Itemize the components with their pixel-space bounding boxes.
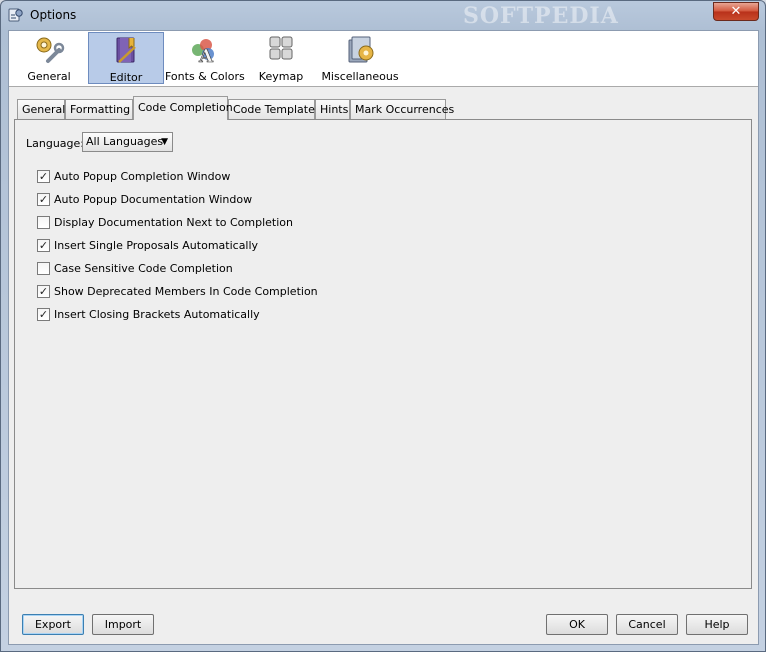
option-label: Insert Single Proposals Automatically: [54, 239, 259, 252]
watermark: SOFTPEDIA: [463, 3, 619, 29]
title-bar[interactable]: Options SOFTPEDIA ✕: [1, 1, 765, 31]
option-label: Auto Popup Documentation Window: [54, 193, 253, 206]
tab-hints[interactable]: Hints: [315, 99, 350, 119]
miscellaneous-icon: [348, 36, 374, 63]
options-window: Options SOFTPEDIA ✕ General Editor A Fon…: [0, 0, 766, 652]
export-button[interactable]: Export: [22, 614, 84, 635]
close-icon: ✕: [730, 4, 742, 19]
checkbox[interactable]: ✓: [37, 308, 50, 321]
category-toolbar: General Editor A Fonts & Colors Keymap M…: [9, 31, 758, 87]
gear-wrench-icon: [36, 37, 65, 63]
options-client-area: General Editor A Fonts & Colors Keymap M…: [8, 30, 759, 645]
category-fonts-colors[interactable]: A Fonts & Colors: [165, 32, 245, 84]
checkbox[interactable]: ✓: [37, 239, 50, 252]
checkbox[interactable]: ✓: [37, 170, 50, 183]
category-label: Fonts & Colors: [165, 70, 245, 83]
category-editor[interactable]: Editor: [88, 32, 164, 84]
checkbox[interactable]: ✓: [37, 193, 50, 206]
window-title: Options: [30, 8, 77, 22]
tab-mark-occurrences[interactable]: Mark Occurrences: [350, 99, 454, 119]
help-button[interactable]: Help: [686, 614, 748, 635]
keyboard-icon: [269, 36, 293, 60]
option-label: Show Deprecated Members In Code Completi…: [54, 285, 318, 298]
cancel-button[interactable]: Cancel: [616, 614, 678, 635]
checkbox[interactable]: [37, 262, 50, 275]
tab-label: Mark Occurrences: [355, 103, 455, 116]
tab-label: General: [22, 103, 66, 116]
checkbox[interactable]: ✓: [37, 285, 50, 298]
category-miscellaneous[interactable]: Miscellaneous: [319, 32, 401, 84]
tab-formatting[interactable]: Formatting: [65, 99, 133, 119]
category-label: General: [27, 70, 71, 83]
tab-label: Code Completion: [138, 101, 233, 114]
tab-label: Formatting: [70, 103, 131, 116]
category-general[interactable]: General: [11, 32, 87, 84]
svg-text:A: A: [198, 46, 214, 66]
language-value: All Languages: [86, 135, 164, 148]
chevron-down-icon: ▼: [161, 137, 168, 147]
fonts-colors-icon: A: [192, 39, 214, 66]
option-label: Auto Popup Completion Window: [54, 170, 231, 183]
category-label: Keymap: [258, 70, 304, 83]
category-label: Editor: [109, 71, 143, 84]
ok-button[interactable]: OK: [546, 614, 608, 635]
import-button[interactable]: Import: [92, 614, 154, 635]
language-dropdown[interactable]: All Languages ▼: [82, 132, 173, 152]
language-label: Language:: [26, 137, 84, 150]
option-label: Display Documentation Next to Completion: [54, 216, 294, 229]
option-label: Case Sensitive Code Completion: [54, 262, 233, 275]
tab-label: Code Templates: [233, 103, 321, 116]
option-label: Insert Closing Brackets Automatically: [54, 308, 260, 321]
app-icon: [8, 8, 23, 22]
category-keymap[interactable]: Keymap: [244, 32, 318, 84]
tab-code-templates[interactable]: Code Templates: [228, 99, 321, 119]
checkbox[interactable]: [37, 216, 50, 229]
tab-label: Hints: [320, 103, 349, 116]
tab-code-completion[interactable]: Code Completion: [133, 96, 233, 120]
category-label: Miscellaneous: [321, 70, 399, 83]
editor-notebook-icon: [116, 37, 136, 63]
code-completion-panel: Language: All Languages ▼ ✓ Auto Popup C…: [14, 119, 752, 589]
close-button[interactable]: ✕: [713, 2, 759, 21]
tab-general[interactable]: General: [17, 99, 65, 119]
